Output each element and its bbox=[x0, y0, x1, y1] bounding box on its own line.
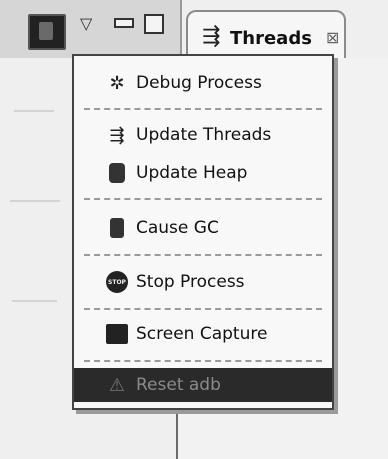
view-menu-chevron-icon[interactable]: ▽ bbox=[80, 14, 92, 34]
menu-item-update-heap[interactable]: Update Heap bbox=[74, 156, 332, 190]
threads-icon: ⇶ bbox=[202, 24, 221, 49]
background-mark bbox=[10, 200, 60, 202]
menu-separator bbox=[84, 308, 322, 310]
threads-icon: ⇶ bbox=[109, 124, 125, 146]
menu-separator bbox=[84, 108, 322, 110]
view-dropdown-menu: ✲ Debug Process ⇶ Update Threads Update … bbox=[72, 54, 334, 410]
menu-item-update-threads[interactable]: ⇶ Update Threads bbox=[74, 118, 332, 152]
menu-item-label: Stop Process bbox=[136, 272, 245, 292]
screen-capture-icon bbox=[106, 324, 128, 344]
close-icon[interactable]: ⊠ bbox=[326, 28, 339, 47]
menu-item-label: Cause GC bbox=[136, 218, 219, 238]
menu-item-cause-gc[interactable]: Cause GC bbox=[74, 211, 332, 245]
minimize-button[interactable] bbox=[114, 18, 134, 28]
bug-icon: ✲ bbox=[109, 72, 125, 94]
menu-item-reset-adb[interactable]: ⚠ Reset adb bbox=[74, 368, 332, 402]
menu-item-label: Update Threads bbox=[136, 125, 272, 145]
reset-adb-icon: ⚠ bbox=[108, 374, 126, 396]
devices-view-icon[interactable] bbox=[28, 14, 66, 50]
maximize-button[interactable] bbox=[144, 14, 164, 34]
menu-separator bbox=[84, 360, 322, 362]
stop-icon: STOP bbox=[106, 271, 128, 293]
menu-item-stop-process[interactable]: STOP Stop Process bbox=[74, 265, 332, 299]
gc-icon-wrap bbox=[106, 217, 128, 239]
screen-capture-icon-wrap bbox=[106, 323, 128, 345]
heap-icon bbox=[109, 163, 125, 183]
eclipse-view-screenshot: ▽ ⇶ Threads ⊠ ✲ Debug Process ⇶ Update T… bbox=[0, 0, 388, 459]
view-toolbar: ▽ bbox=[0, 0, 182, 58]
tab-threads-label: Threads bbox=[230, 28, 312, 49]
menu-separator bbox=[84, 198, 322, 200]
menu-item-screen-capture[interactable]: Screen Capture bbox=[74, 317, 332, 351]
menu-item-label: Update Heap bbox=[136, 163, 248, 183]
background-mark bbox=[14, 110, 54, 112]
heap-icon-wrap bbox=[106, 162, 128, 184]
gc-icon bbox=[110, 218, 124, 238]
menu-item-label: Debug Process bbox=[136, 73, 262, 93]
background-mark bbox=[12, 300, 57, 302]
menu-item-label: Screen Capture bbox=[136, 324, 268, 344]
menu-item-label: Reset adb bbox=[136, 375, 221, 395]
menu-separator bbox=[84, 254, 322, 256]
menu-item-debug-process[interactable]: ✲ Debug Process bbox=[74, 66, 332, 100]
